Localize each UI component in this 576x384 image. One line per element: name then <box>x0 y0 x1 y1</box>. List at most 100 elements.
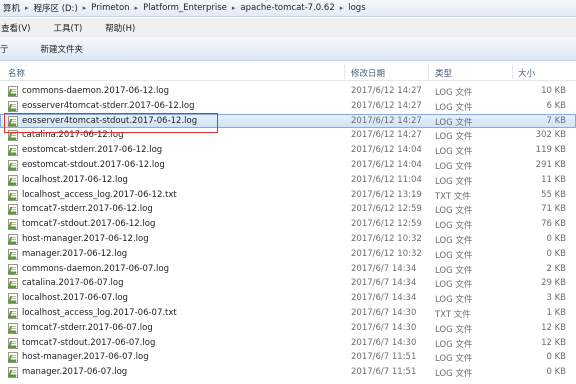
file-row[interactable]: localhost.2017-06-12.log 2017/6/12 11:04 L… <box>0 173 576 188</box>
file-name: localhost.2017-06-12.log <box>22 174 128 185</box>
file-size: 11 KB <box>541 174 566 185</box>
file-date: 2017/6/7 14:34 <box>351 278 417 289</box>
column-divider[interactable] <box>512 64 513 79</box>
file-row[interactable]: tomcat7-stderr.2017-06-07.log 2017/6/7 14… <box>0 321 576 336</box>
file-row[interactable]: manager.2017-06-07.log 2017/6/7 11:51 LOG … <box>0 365 576 380</box>
column-header: 名称 修改日期 类型 大小 <box>0 62 576 81</box>
file-size: 0 KB <box>546 352 566 363</box>
log-file-icon <box>8 337 18 349</box>
file-row[interactable]: manager.2017-06-12.log 2017/6/12 10:32 LOG… <box>0 247 576 262</box>
file-name: eostomcat-stdout.2017-06-12.log <box>22 159 165 170</box>
file-row[interactable]: commons-daemon.2017-06-12.log 2017/6/12 1… <box>0 84 576 99</box>
file-date: 2017/6/12 14:04 <box>351 159 422 170</box>
menu-help[interactable]: 帮助(H) <box>104 22 143 34</box>
file-row[interactable]: catalina.2017-06-07.log 2017/6/7 14:34 LOG… <box>0 276 576 291</box>
breadcrumb-platform[interactable]: Platform_Enterprise <box>140 3 230 13</box>
log-file-icon <box>8 278 18 290</box>
file-row[interactable]: tomcat7-stdout.2017-06-07.log 2017/6/7 14… <box>0 336 576 351</box>
menu-view[interactable]: 查看(V) <box>0 22 38 34</box>
file-row[interactable]: host-manager.2017-06-12.log 2017/6/12 10:… <box>0 232 576 247</box>
file-size: 291 KB <box>535 159 566 170</box>
file-name: tomcat7-stdout.2017-06-07.log <box>22 337 156 348</box>
file-name: commons-daemon.2017-06-07.log <box>22 263 169 274</box>
column-size[interactable]: 大小 <box>518 67 535 79</box>
log-file-icon <box>8 219 18 231</box>
log-file-icon <box>8 189 18 201</box>
column-divider[interactable] <box>344 64 345 79</box>
file-row[interactable]: host-manager.2017-06-07.log 2017/6/7 11:5… <box>0 350 576 365</box>
file-date: 2017/6/7 14:34 <box>351 293 417 304</box>
file-row[interactable]: eostomcat-stdout.2017-06-12.log 2017/6/12… <box>0 158 576 173</box>
file-name: localhost_access_log.2017-06-07.txt <box>22 307 177 318</box>
chevron-right-icon: ▸ <box>25 4 29 12</box>
file-type: LOG 文件 <box>435 176 473 187</box>
file-date: 2017/6/7 14:30 <box>351 307 417 318</box>
file-row[interactable]: localhost_access_log.2017-06-12.txt 2017/… <box>0 188 576 203</box>
log-file-icon <box>8 204 18 216</box>
log-file-icon <box>8 293 18 305</box>
file-type: LOG 文件 <box>435 117 473 128</box>
file-date: 2017/6/7 11:51 <box>351 367 417 378</box>
file-row[interactable]: commons-daemon.2017-06-07.log 2017/6/7 14… <box>0 262 576 277</box>
file-name: manager.2017-06-12.log <box>22 248 128 259</box>
log-file-icon <box>8 174 18 186</box>
file-size: 1 KB <box>546 307 566 318</box>
file-name: eostomcat-stderr.2017-06-12.log <box>22 145 163 156</box>
file-date: 2017/6/12 12:59 <box>351 219 422 230</box>
file-size: 3 KB <box>546 293 566 304</box>
file-size: 12 KB <box>541 322 566 333</box>
file-row[interactable]: tomcat7-stdout.2017-06-12.log 2017/6/12 1… <box>0 217 576 232</box>
file-type: LOG 文件 <box>435 206 473 217</box>
breadcrumb-logs[interactable]: logs <box>345 3 368 13</box>
file-size: 2 KB <box>546 263 566 274</box>
file-name: localhost.2017-06-07.log <box>22 293 128 304</box>
log-file-icon <box>8 145 18 157</box>
menu-bar: 查看(V) 工具(T) 帮助(H) <box>0 18 576 37</box>
file-date: 2017/6/12 12:59 <box>351 204 422 215</box>
file-type: LOG 文件 <box>435 221 473 232</box>
file-type: LOG 文件 <box>435 161 473 172</box>
column-name[interactable]: 名称 <box>8 67 25 79</box>
file-type: LOG 文件 <box>435 265 473 276</box>
file-size: 10 KB <box>541 86 566 96</box>
breadcrumb-tomcat[interactable]: apache-tomcat-7.0.62 <box>237 3 337 13</box>
breadcrumb-computer[interactable]: 算机 <box>0 2 23 14</box>
file-row[interactable]: tomcat7-stderr.2017-06-12.log 2017/6/12 1… <box>0 202 576 217</box>
file-type: LOG 文件 <box>435 235 473 246</box>
column-date[interactable]: 修改日期 <box>351 67 385 79</box>
file-date: 2017/6/7 11:51 <box>351 352 417 363</box>
column-type[interactable]: 类型 <box>435 67 452 79</box>
file-size: 55 KB <box>541 189 566 200</box>
file-name: tomcat7-stderr.2017-06-12.log <box>22 204 153 215</box>
file-name: commons-daemon.2017-06-12.log <box>22 86 169 96</box>
column-divider[interactable] <box>428 64 429 79</box>
file-type: LOG 文件 <box>435 324 473 335</box>
breadcrumb-primeton[interactable]: Primeton <box>88 3 132 13</box>
file-type: LOG 文件 <box>435 339 473 350</box>
log-file-icon <box>8 233 18 245</box>
file-size: 76 KB <box>541 219 566 230</box>
breadcrumb-drive[interactable]: 程序区 (D:) <box>31 2 81 14</box>
file-size: 0 KB <box>546 248 566 259</box>
chevron-right-icon: ▸ <box>82 4 87 12</box>
file-size: 12 KB <box>541 337 566 348</box>
file-type: LOG 文件 <box>435 147 473 158</box>
highlight-box <box>4 113 218 133</box>
file-type: LOG 文件 <box>435 250 473 261</box>
log-file-icon <box>8 100 18 112</box>
file-row[interactable]: localhost.2017-06-07.log 2017/6/7 14:34 LO… <box>0 291 576 306</box>
file-type: LOG 文件 <box>435 132 473 143</box>
file-size: 29 KB <box>541 278 566 289</box>
file-date: 2017/6/12 11:04 <box>351 174 422 185</box>
log-file-icon <box>8 86 18 97</box>
file-row[interactable]: eostomcat-stderr.2017-06-12.log 2017/6/12… <box>0 143 576 158</box>
new-folder-button[interactable]: 新建文件夹 <box>35 43 90 55</box>
menu-tools[interactable]: 工具(T) <box>52 22 90 34</box>
share-button[interactable]: 亍 <box>0 43 11 55</box>
file-row[interactable]: localhost_access_log.2017-06-07.txt 2017/… <box>0 306 576 321</box>
file-size: 302 KB <box>535 130 566 141</box>
file-date: 2017/6/12 10:32 <box>351 233 422 244</box>
file-row[interactable]: eosserver4tomcat-stderr.2017-06-12.log 20… <box>0 99 576 114</box>
address-bar[interactable]: 算机 ▸ 程序区 (D:) ▸ Primeton ▸ Platform_Ente… <box>0 0 576 17</box>
file-date: 2017/6/12 10:32 <box>351 248 422 259</box>
